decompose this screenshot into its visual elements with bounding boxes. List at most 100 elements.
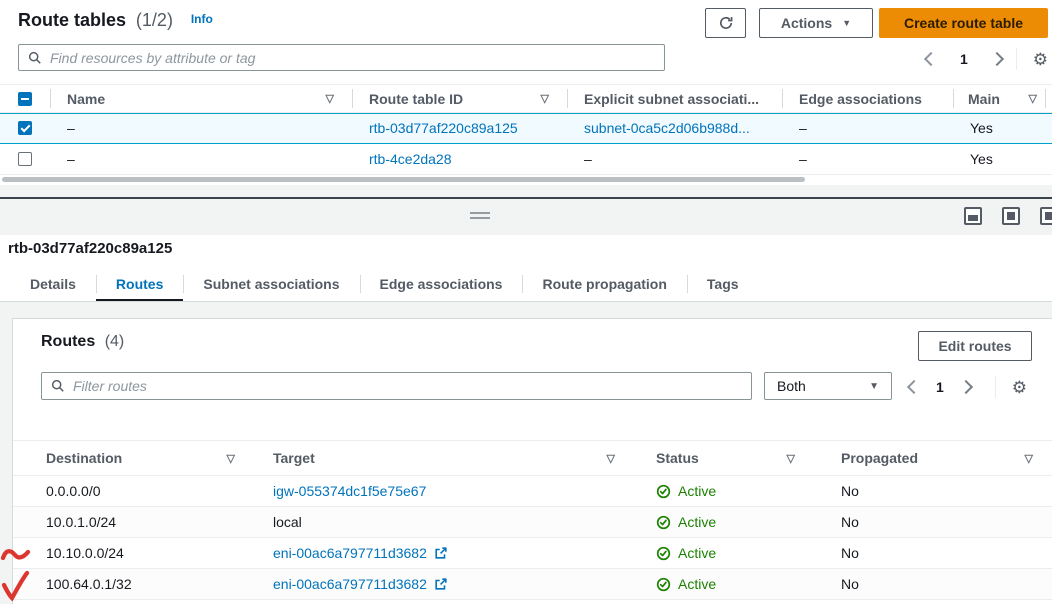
next-page-icon[interactable] <box>990 52 1004 66</box>
horizontal-scrollbar[interactable] <box>2 177 805 182</box>
column-label: Edge associations <box>799 91 922 107</box>
filter-routes-input[interactable]: Filter routes <box>41 372 752 400</box>
routes-table-body: 0.0.0.0/0igw-055374dc1f5e75e67ActiveNo 10… <box>13 476 1052 600</box>
column-label: Explicit subnet associati... <box>584 91 759 107</box>
divider <box>995 376 996 398</box>
status-text: Active <box>678 514 716 530</box>
gear-icon[interactable]: ⚙ <box>1033 51 1048 68</box>
column-header-route-table-id[interactable]: Route table ID ▽ <box>352 85 567 112</box>
subnet-link[interactable]: subnet-0ca5c2d06b988d... <box>584 120 750 136</box>
panel-side-icon[interactable] <box>1002 207 1020 225</box>
route-table-id-link[interactable]: rtb-4ce2da28 <box>369 151 452 167</box>
route-tables-body: – rtb-03d77af220c89a125 subnet-0ca5c2d06b9… <box>0 113 1052 175</box>
refresh-button[interactable] <box>705 8 746 38</box>
row-checkbox[interactable] <box>18 152 32 166</box>
column-header-propagated[interactable]: Propagated ▽ <box>821 450 1052 466</box>
column-label: Name <box>67 91 105 107</box>
sort-icon[interactable]: ▽ <box>607 452 615 465</box>
column-label: Status <box>656 450 699 466</box>
tab-route-propagation[interactable]: Route propagation <box>522 266 686 302</box>
resource-search-input[interactable]: Find resources by attribute or tag <box>18 44 665 71</box>
actions-button[interactable]: Actions ▼ <box>759 8 873 38</box>
propagated-cell: No <box>821 545 1052 561</box>
next-page-icon[interactable] <box>959 380 973 394</box>
select-all-checkbox[interactable] <box>18 92 32 106</box>
propagated-cell: No <box>821 576 1052 592</box>
column-header-spare <box>1045 85 1052 112</box>
page-title-text: Route tables <box>18 10 126 30</box>
sort-icon[interactable]: ▽ <box>1029 92 1037 105</box>
route-row: 0.0.0.0/0igw-055374dc1f5e75e67ActiveNo <box>13 476 1052 507</box>
tab-subnet-associations[interactable]: Subnet associations <box>183 266 359 302</box>
route-tables-header: Name ▽ Route table ID ▽ Explicit subnet … <box>0 84 1052 113</box>
detail-panel-title: rtb-03d77af220c89a125 <box>8 240 172 257</box>
status-active-icon <box>656 515 671 530</box>
route-table-id-link[interactable]: rtb-03d77af220c89a125 <box>369 120 518 136</box>
previous-page-icon[interactable] <box>907 380 921 394</box>
target-link[interactable]: eni-00ac6a797711d3682 <box>273 576 427 592</box>
column-label: Main <box>968 91 1000 107</box>
column-header-name[interactable]: Name ▽ <box>50 85 352 112</box>
edge-associations-cell: – <box>782 120 953 136</box>
destination-cell: 10.0.1.0/24 <box>13 514 261 530</box>
edit-routes-button[interactable]: Edit routes <box>918 331 1032 361</box>
tab-label: Routes <box>116 276 163 292</box>
name-cell: – <box>50 120 352 136</box>
gear-icon[interactable]: ⚙ <box>1012 379 1027 396</box>
status-text: Active <box>678 545 716 561</box>
target-link[interactable]: eni-00ac6a797711d3682 <box>273 545 427 561</box>
route-row: 10.10.0.0/24eni-00ac6a797711d3682ActiveN… <box>13 538 1052 569</box>
select-all-cell <box>0 85 50 112</box>
edit-routes-label: Edit routes <box>938 338 1011 354</box>
tab-tags[interactable]: Tags <box>687 266 759 302</box>
panel-bottom-icon[interactable] <box>964 207 982 225</box>
search-placeholder: Find resources by attribute or tag <box>50 50 255 66</box>
column-label: Target <box>273 450 315 466</box>
column-header-edge-associations[interactable]: Edge associations <box>782 85 953 112</box>
split-drag-handle[interactable] <box>470 212 490 219</box>
column-label: Destination <box>46 450 122 466</box>
search-icon <box>28 51 42 65</box>
external-link-icon[interactable] <box>434 577 448 591</box>
create-route-table-button[interactable]: Create route table <box>879 8 1048 38</box>
main-cell: Yes <box>953 151 1045 167</box>
filter-scope-select[interactable]: Both ▼ <box>764 372 892 400</box>
status-active-icon <box>656 484 671 499</box>
status-cell: Active <box>641 514 821 530</box>
external-link-icon[interactable] <box>434 546 448 560</box>
sort-icon[interactable]: ▽ <box>541 92 549 105</box>
column-header-destination[interactable]: Destination ▽ <box>13 450 261 466</box>
target-link[interactable]: igw-055374dc1f5e75e67 <box>273 483 426 499</box>
header-actions: Actions ▼ Create route table <box>705 8 1048 38</box>
row-checkbox[interactable] <box>18 121 32 135</box>
sort-icon[interactable]: ▽ <box>787 452 795 465</box>
table-row: – rtb-03d77af220c89a125 subnet-0ca5c2d06b9… <box>0 113 1052 144</box>
split-divider <box>0 197 1052 199</box>
propagated-cell: No <box>821 514 1052 530</box>
sort-icon[interactable]: ▽ <box>1025 452 1033 465</box>
page-number: 1 <box>960 51 968 67</box>
previous-page-icon[interactable] <box>924 52 938 66</box>
info-link[interactable]: Info <box>191 12 213 26</box>
column-header-status[interactable]: Status ▽ <box>641 450 821 466</box>
sort-icon[interactable]: ▽ <box>326 92 334 105</box>
status-active-icon <box>656 546 671 561</box>
target-cell: local <box>261 514 641 530</box>
routes-pagination: 1 ⚙ <box>909 374 1027 400</box>
filter-placeholder: Filter routes <box>73 378 147 394</box>
routes-title: Routes (4) <box>41 333 124 351</box>
destination-cell: 100.64.0.1/32 <box>13 576 261 592</box>
column-header-main[interactable]: Main ▽ <box>953 85 1045 112</box>
filter-scope-value: Both <box>777 378 806 394</box>
split-panel-header <box>0 185 1052 235</box>
tab-label: Details <box>30 276 76 292</box>
target-cell: eni-00ac6a797711d3682 <box>261 545 641 561</box>
tab-routes[interactable]: Routes <box>96 266 183 302</box>
panel-hide-icon[interactable] <box>1040 207 1052 225</box>
tab-details[interactable]: Details <box>10 266 96 302</box>
route-table-id-cell: rtb-03d77af220c89a125 <box>352 120 567 136</box>
column-header-explicit-subnet[interactable]: Explicit subnet associati... <box>567 85 782 112</box>
tab-edge-associations[interactable]: Edge associations <box>360 266 523 302</box>
sort-icon[interactable]: ▽ <box>227 452 235 465</box>
column-header-target[interactable]: Target ▽ <box>261 450 641 466</box>
